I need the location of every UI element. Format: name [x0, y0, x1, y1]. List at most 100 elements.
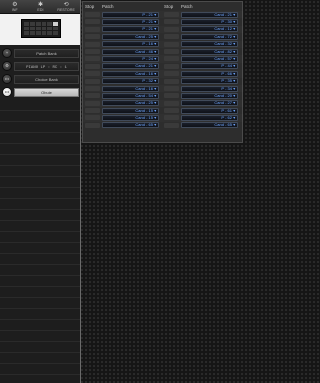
stop-cell-left[interactable] — [85, 63, 100, 69]
patch-dropdown-left[interactable]: Cand - 25 ▼ — [102, 33, 159, 40]
patch-row: P - 21 ▼ Cand - 12 ▼ — [83, 26, 244, 33]
patch-value: Cand - 25 — [135, 33, 153, 39]
stop-cell-right[interactable] — [164, 48, 179, 54]
stop-cell-right[interactable] — [164, 56, 179, 62]
patch-dropdown-right[interactable]: P - 62 ▼ — [181, 115, 238, 122]
patch-row: Cand - 15 ▼ P - 61 ▼ — [83, 107, 244, 114]
more-button-active[interactable]: ••• — [2, 87, 12, 97]
patch-dropdown-right[interactable]: Cand - 65 ▼ — [181, 122, 238, 129]
stop-cell-right[interactable] — [164, 100, 179, 106]
patch-dropdown-right[interactable]: P - 66 ▼ — [181, 70, 238, 77]
stop-cell-left[interactable] — [85, 34, 100, 40]
stop-cell-left[interactable] — [85, 26, 100, 32]
patch-value: Cand - 21 — [214, 11, 232, 17]
chevron-down-icon: ▼ — [153, 79, 157, 84]
patch-dropdown-right[interactable]: P - 44 ▼ — [181, 63, 238, 70]
patch-value: P - 21 — [142, 26, 153, 32]
stop-cell-left[interactable] — [85, 115, 100, 121]
patch-value: Cand - 25 — [135, 100, 153, 106]
stop-cell-left[interactable] — [85, 48, 100, 54]
stop-cell-left[interactable] — [85, 122, 100, 128]
stop-cell-right[interactable] — [164, 34, 179, 40]
patch-dropdown-left[interactable]: P - 21 ▼ — [102, 18, 159, 25]
stop-cell-right[interactable] — [164, 115, 179, 121]
add-button[interactable]: + — [2, 48, 12, 58]
patch-dropdown-left[interactable]: P - 21 ▼ — [102, 11, 159, 18]
screen-preview[interactable] — [0, 14, 80, 45]
patch-dropdown-left[interactable]: Cand - 25 ▼ — [102, 100, 159, 107]
patch-dropdown-left[interactable]: Cand - 16 ▼ — [102, 85, 159, 92]
edit-button[interactable]: ✱ EDI — [29, 0, 51, 13]
stop-cell-left[interactable] — [85, 93, 100, 99]
stop-cell-left[interactable] — [85, 71, 100, 77]
patch-value: P - 35 — [221, 78, 232, 84]
restore-label: RESTORE — [57, 7, 75, 12]
stop-cell-right[interactable] — [164, 63, 179, 69]
patch-dropdown-right[interactable]: Cand - 21 ▼ — [181, 11, 238, 18]
info-button[interactable]: ⚙ INF — [4, 0, 26, 13]
patch-dropdown-right[interactable]: P - 30 ▼ — [181, 18, 238, 25]
patch-dropdown-left[interactable]: Cand - 46 ▼ — [102, 48, 159, 55]
choice-bank-field[interactable]: Choice Bank — [14, 74, 79, 84]
patch-dropdown-left[interactable]: Cand - 15 ▼ — [102, 115, 159, 122]
patch-bank-field[interactable]: Patch Bank — [14, 48, 79, 58]
stop-cell-right[interactable] — [164, 41, 179, 47]
patch-dropdown-left[interactable]: Cand - 65 ▼ — [102, 122, 159, 129]
patch-dropdown-right[interactable]: Cand - 57 ▼ — [181, 55, 238, 62]
chevron-down-icon: ▼ — [232, 86, 236, 91]
stop-cell-right[interactable] — [164, 108, 179, 114]
stop-cell-left[interactable] — [85, 78, 100, 84]
stop-cell-left[interactable] — [85, 100, 100, 106]
patch-dropdown-left[interactable]: Cand - 16 ▼ — [102, 70, 159, 77]
stop-cell-left[interactable] — [85, 56, 100, 62]
stop-cell-left[interactable] — [85, 108, 100, 114]
preview-thumbnail — [21, 19, 61, 38]
patch-row: P - 32 ▼ P - 35 ▼ — [83, 78, 244, 85]
chevron-down-icon: ▼ — [153, 86, 157, 91]
patch-dropdown-right[interactable]: Cand - 72 ▼ — [181, 33, 238, 40]
stop-cell-right[interactable] — [164, 19, 179, 25]
stop-cell-right[interactable] — [164, 78, 179, 84]
patch-value: Cand - 32 — [214, 41, 232, 47]
chevron-down-icon: ▼ — [232, 79, 236, 84]
patch-row: P - 24 ▼ Cand - 57 ▼ — [83, 55, 244, 62]
patch-row: Cand - 16 ▼ P - 66 ▼ — [83, 70, 244, 77]
stop-cell-right[interactable] — [164, 71, 179, 77]
stop-cell-right[interactable] — [164, 26, 179, 32]
more-button[interactable]: ••• — [2, 74, 12, 84]
restore-button[interactable]: ⟲ RESTORE — [55, 0, 77, 13]
stop-cell-left[interactable] — [85, 85, 100, 91]
stop-cell-right[interactable] — [164, 122, 179, 128]
stop-cell-left[interactable] — [85, 41, 100, 47]
stop-cell-right[interactable] — [164, 85, 179, 91]
stop-cell-right[interactable] — [164, 93, 179, 99]
chevron-down-icon: ▼ — [232, 27, 236, 32]
obuie-field[interactable]: Obuie — [14, 87, 79, 97]
settings-button[interactable]: ⚙ — [2, 61, 12, 71]
patch-dropdown-right[interactable]: Cand - 27 ▼ — [181, 100, 238, 107]
patch-dropdown-right[interactable]: P - 34 ▼ — [181, 85, 238, 92]
stop-cell-left[interactable] — [85, 19, 100, 25]
patch-dropdown-left[interactable]: Cand - 54 ▼ — [102, 92, 159, 99]
patch-dropdown-right[interactable]: P - 35 ▼ — [181, 78, 238, 85]
patch-value: P - 66 — [221, 70, 232, 76]
piano-field-value: PIANO LP : RC : 1 — [26, 65, 67, 70]
piano-field[interactable]: PIANO LP : RC : 1 — [14, 61, 79, 71]
chevron-down-icon: ▼ — [232, 93, 236, 98]
patch-dropdown-right[interactable]: Cand - 12 ▼ — [181, 26, 238, 33]
patch-dropdown-right[interactable]: Cand - 82 ▼ — [181, 48, 238, 55]
patch-dropdown-right[interactable]: P - 61 ▼ — [181, 107, 238, 114]
patch-dropdown-right[interactable]: Cand - 32 ▼ — [181, 41, 238, 48]
patch-dropdown-left[interactable]: P - 24 ▼ — [102, 55, 159, 62]
patch-value: Cand - 21 — [135, 63, 153, 69]
patch-dropdown-left[interactable]: Cand - 21 ▼ — [102, 63, 159, 70]
patch-dropdown-left[interactable]: P - 32 ▼ — [102, 78, 159, 85]
patch-header-left: Patch — [102, 4, 114, 9]
patch-dropdown-left[interactable]: P - 16 ▼ — [102, 41, 159, 48]
patch-dropdown-left[interactable]: P - 21 ▼ — [102, 26, 159, 33]
patch-dropdown-left[interactable]: Cand - 15 ▼ — [102, 107, 159, 114]
stop-cell-left[interactable] — [85, 12, 100, 17]
sidebar: ⚙ INF ✱ EDI ⟲ RESTORE + Patch Bank ⚙ PIA… — [0, 0, 81, 383]
stop-cell-right[interactable] — [164, 12, 179, 17]
patch-dropdown-right[interactable]: Cand - 20 ▼ — [181, 92, 238, 99]
